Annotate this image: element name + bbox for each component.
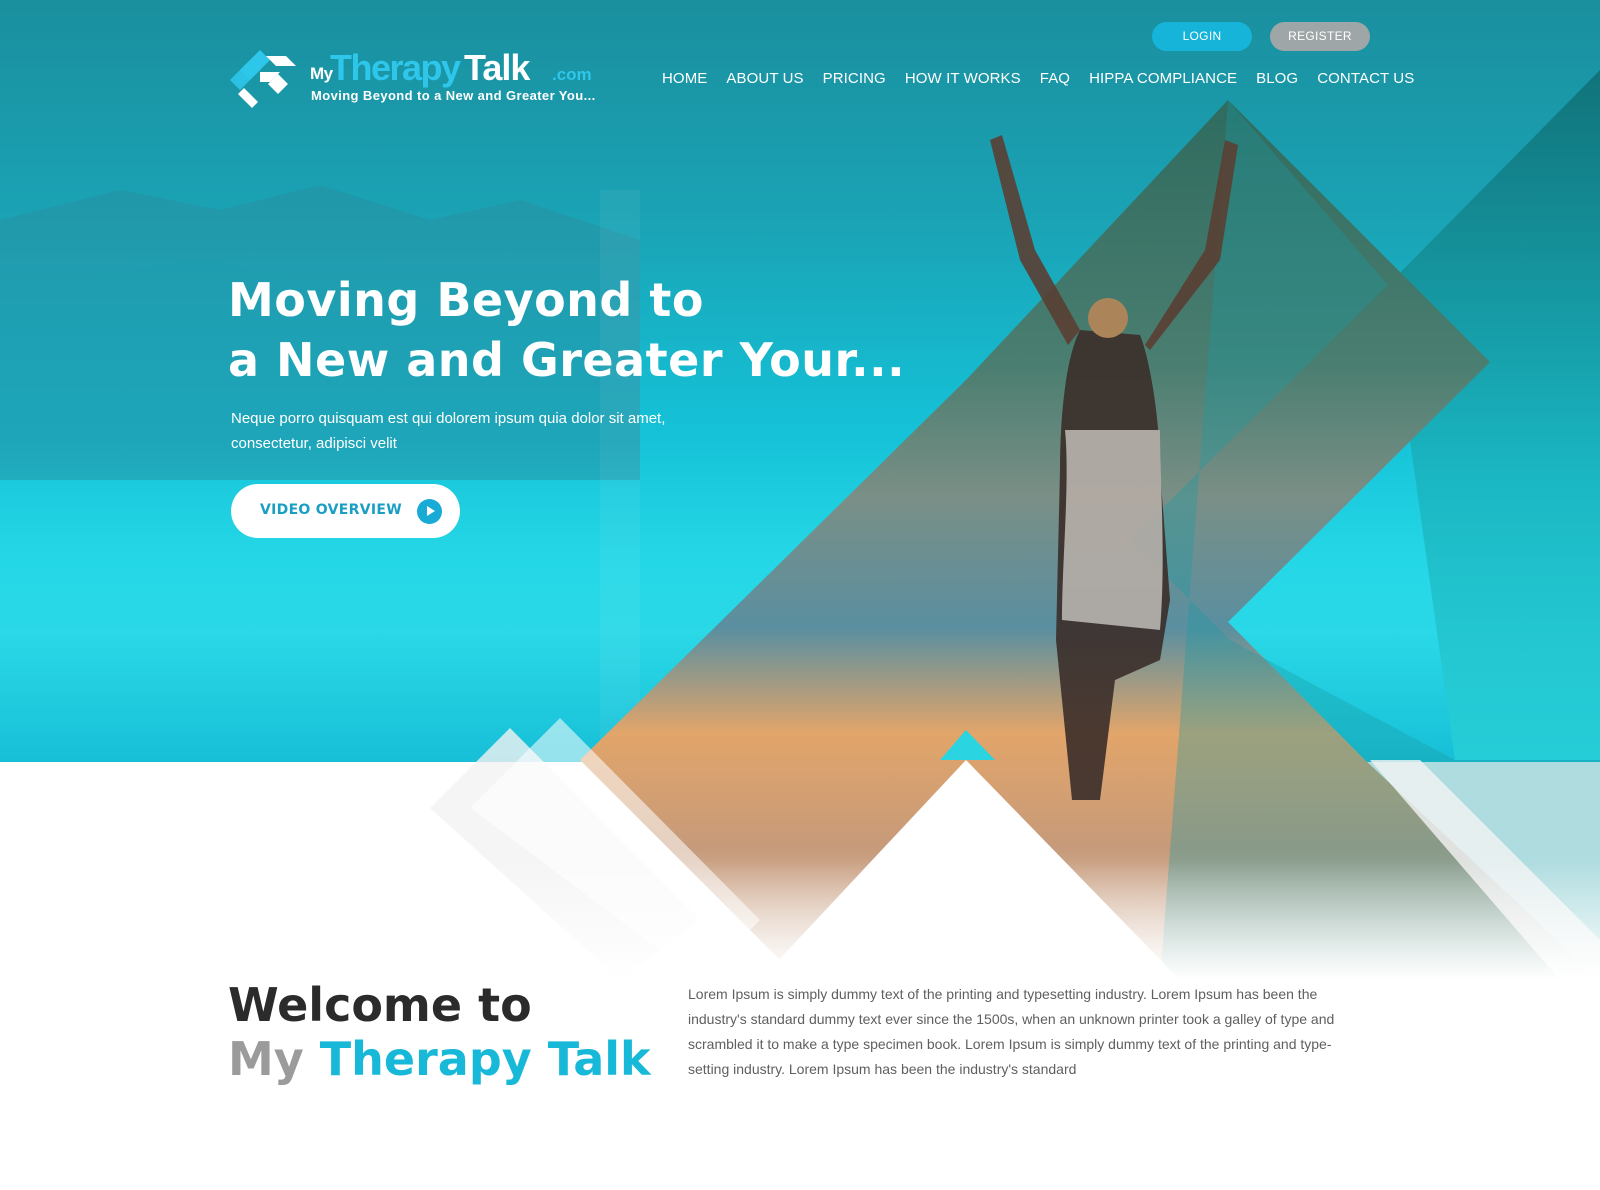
nav-item-faq[interactable]: FAQ [1040, 70, 1070, 92]
nav-item-contact-us[interactable]: CONTACT US [1317, 70, 1414, 92]
hero-title-line1: Moving Beyond to [228, 273, 704, 327]
welcome-my-text: My [228, 1032, 304, 1086]
login-button[interactable]: LOGIN [1152, 22, 1252, 51]
register-button[interactable]: REGISTER [1270, 22, 1370, 51]
logo-mark-icon [230, 50, 296, 108]
main-nav: HOME ABOUT US PRICING HOW IT WORKS FAQ H… [662, 70, 1433, 92]
hero-title-line2: a New and Greater Your... [228, 333, 906, 387]
logo-therapy-text: Therapy [330, 47, 461, 88]
nav-item-about-us[interactable]: ABOUT US [726, 70, 803, 92]
welcome-line2: My Therapy Talk [228, 1032, 651, 1086]
welcome-body-text: Lorem Ipsum is simply dummy text of the … [688, 986, 1335, 1077]
nav-item-blog[interactable]: BLOG [1256, 70, 1298, 92]
video-overview-button[interactable]: VIDEO OVERVIEW [231, 484, 460, 538]
welcome-brand-text: Therapy Talk [319, 1032, 651, 1086]
welcome-heading: Welcome to My Therapy Talk [228, 978, 651, 1086]
logo-talk-text: Talk [464, 47, 530, 88]
site-logo[interactable]: My Therapy Talk .com Moving Beyond to a … [230, 47, 600, 110]
video-overview-label: VIDEO OVERVIEW [260, 502, 402, 518]
logo-com-text: .com [552, 65, 592, 84]
welcome-line1: Welcome to [228, 978, 532, 1032]
nav-item-hippa-compliance[interactable]: HIPPA COMPLIANCE [1089, 70, 1237, 92]
logo-tagline: Moving Beyond to a New and Greater You..… [311, 88, 596, 103]
play-icon [417, 499, 442, 524]
nav-item-home[interactable]: HOME [662, 70, 707, 92]
nav-item-pricing[interactable]: PRICING [823, 70, 886, 92]
hero-description: Neque porro quisquam est qui dolorem ips… [231, 410, 666, 452]
hero-title: Moving Beyond to a New and Greater Your.… [228, 270, 906, 390]
nav-item-how-it-works[interactable]: HOW IT WORKS [905, 70, 1021, 92]
